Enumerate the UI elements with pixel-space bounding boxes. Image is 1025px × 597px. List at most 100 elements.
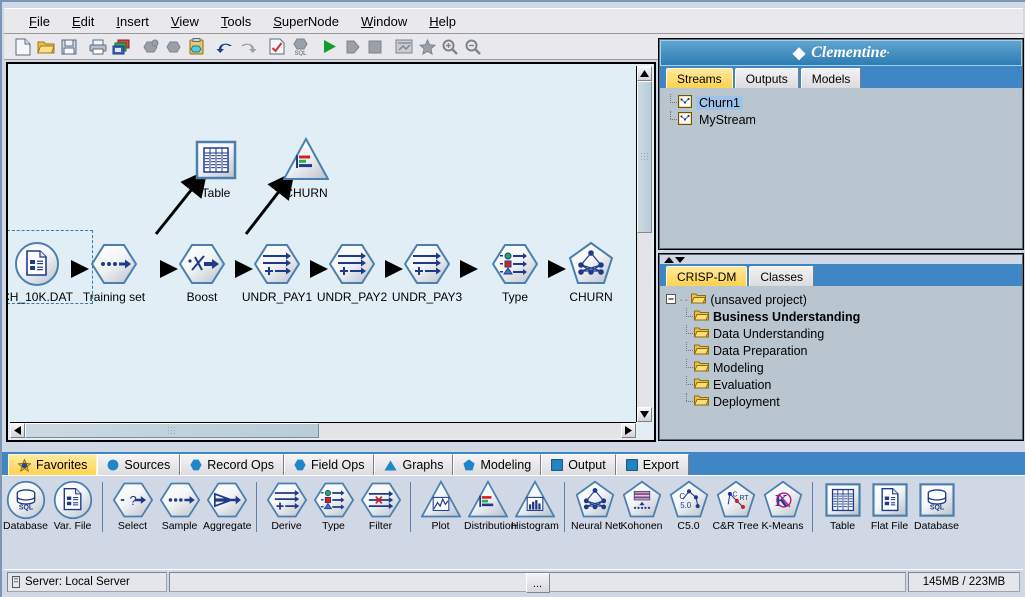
stream-node-churnnet[interactable]: CHURN bbox=[548, 236, 634, 304]
palette-item-distribution[interactable]: Distribution bbox=[464, 480, 517, 532]
project-tab-classes[interactable]: Classes bbox=[749, 266, 815, 286]
managers-tab-outputs[interactable]: Outputs bbox=[734, 68, 799, 88]
stream-node-label: CHURN bbox=[569, 290, 613, 304]
palette-item-type[interactable]: Type bbox=[310, 480, 357, 532]
palette-item-var-file[interactable]: Var. File bbox=[49, 480, 96, 532]
stream-node-undr2[interactable]: UNDR_PAY2 bbox=[309, 236, 395, 304]
menu-item-tools[interactable]: Tools bbox=[210, 12, 262, 31]
server-status[interactable]: Server: Local Server bbox=[7, 571, 167, 592]
menu-item-window[interactable]: Window bbox=[350, 12, 418, 31]
palette-item-plot[interactable]: Plot bbox=[417, 480, 464, 532]
project-phase-data-understanding[interactable]: Data Understanding bbox=[666, 325, 1016, 342]
redo-arrow-icon[interactable] bbox=[237, 36, 259, 58]
palette-tab-export[interactable]: Export bbox=[615, 454, 689, 475]
project-phase-data-preparation[interactable]: Data Preparation bbox=[666, 342, 1016, 359]
palette-item-select[interactable]: ? Select bbox=[109, 480, 156, 532]
managers-tab-streams[interactable]: Streams bbox=[666, 68, 733, 88]
undo-arrow-icon[interactable] bbox=[214, 36, 236, 58]
scroll-right-button[interactable] bbox=[621, 423, 636, 438]
zoom-in-icon[interactable] bbox=[439, 36, 461, 58]
palette-item-flat-file[interactable]: Flat File bbox=[866, 480, 913, 532]
stream-node-undr1[interactable]: UNDR_PAY1 bbox=[234, 236, 320, 304]
horizontal-scroll-thumb[interactable] bbox=[25, 423, 319, 438]
save-icon[interactable] bbox=[58, 36, 80, 58]
vertical-scroll-thumb[interactable] bbox=[637, 81, 652, 233]
stop-square-icon[interactable] bbox=[364, 36, 386, 58]
palette-item-k-means[interactable]: K K-Means bbox=[759, 480, 806, 532]
stream-list-item[interactable]: MyStream bbox=[664, 111, 1018, 128]
folder-icon bbox=[691, 292, 710, 307]
zoom-out-icon[interactable] bbox=[462, 36, 484, 58]
palette-item-derive[interactable]: Derive bbox=[263, 480, 310, 532]
cut-node-icon[interactable] bbox=[139, 36, 161, 58]
supernode-window-icon[interactable] bbox=[393, 36, 415, 58]
menu-item-view[interactable]: View bbox=[160, 12, 210, 31]
menu-item-edit[interactable]: Edit bbox=[61, 12, 105, 31]
palette-tab-sources[interactable]: Sources bbox=[97, 454, 181, 475]
new-stream-icon[interactable] bbox=[12, 36, 34, 58]
project-tree[interactable]: ·· (unsaved project) Business Understandin… bbox=[660, 286, 1022, 415]
stream-node-churnplot[interactable]: CHURN bbox=[263, 132, 349, 200]
palette-item-histogram[interactable]: Histogram bbox=[511, 480, 559, 532]
streams-tree[interactable]: Churn1 MyStream bbox=[660, 88, 1022, 246]
palette-item-aggregate[interactable]: Aggregate bbox=[203, 480, 251, 532]
project-phase-business-understanding[interactable]: Business Understanding bbox=[666, 308, 1016, 325]
project-phase-modeling[interactable]: Modeling bbox=[666, 359, 1016, 376]
execute-selection-icon[interactable] bbox=[341, 36, 363, 58]
copy-node-icon[interactable] bbox=[162, 36, 184, 58]
menu-item-insert[interactable]: Insert bbox=[105, 12, 160, 31]
palette-item-database[interactable]: SQL Database bbox=[913, 480, 960, 532]
balance-icon bbox=[159, 236, 245, 292]
project-tab-crisp-dm[interactable]: CRISP-DM bbox=[666, 266, 748, 286]
project-root-row[interactable]: ·· (unsaved project) bbox=[666, 291, 1016, 308]
palette-item-c5-0[interactable]: C 5.0 C5.0 bbox=[665, 480, 712, 532]
scroll-left-button[interactable] bbox=[10, 423, 25, 438]
palette-tab-graphs[interactable]: Graphs bbox=[374, 454, 454, 475]
print-icon[interactable] bbox=[87, 36, 109, 58]
menu-item-file[interactable]: File bbox=[18, 12, 61, 31]
favorites-star-icon[interactable] bbox=[416, 36, 438, 58]
palette-item-database[interactable]: SQL Database bbox=[2, 480, 49, 532]
palette-tab-favorites[interactable]: Favorites bbox=[8, 454, 98, 475]
stream-node-training[interactable]: Training set bbox=[71, 236, 157, 304]
canvas-vertical-scrollbar[interactable] bbox=[636, 66, 652, 422]
stream-list-item[interactable]: Churn1 bbox=[664, 94, 1018, 111]
stream-node-source[interactable]: CH_10K.DAT bbox=[8, 236, 80, 304]
project-phase-evaluation[interactable]: Evaluation bbox=[666, 376, 1016, 393]
stream-node-table[interactable]: Table bbox=[173, 132, 259, 200]
status-ellipsis-button[interactable]: ... bbox=[525, 572, 550, 593]
stream-node-undr3[interactable]: UNDR_PAY3 bbox=[384, 236, 470, 304]
sql-node-icon[interactable]: SQL bbox=[289, 36, 311, 58]
palette-item-sample[interactable]: Sample bbox=[156, 480, 203, 532]
edit-checkbox-icon[interactable] bbox=[266, 36, 288, 58]
menu-item-supernode[interactable]: SuperNode bbox=[262, 12, 350, 31]
expand-collapse-icon[interactable] bbox=[666, 293, 676, 307]
palette-tab-field-ops[interactable]: Field Ops bbox=[283, 454, 375, 475]
stream-node-type[interactable]: Type bbox=[472, 236, 558, 304]
open-folder-icon[interactable] bbox=[35, 36, 57, 58]
palette-item-kohonen[interactable]: Kohonen bbox=[618, 480, 665, 532]
palette-tab-output[interactable]: Output bbox=[541, 454, 616, 475]
stream-node-label: Boost bbox=[186, 290, 218, 304]
palette-item-neural-net[interactable]: Neural Net bbox=[571, 480, 621, 532]
palette-item-filter[interactable]: Filter bbox=[357, 480, 404, 532]
canvas-horizontal-scrollbar[interactable] bbox=[10, 422, 636, 438]
menu-item-help[interactable]: Help bbox=[418, 12, 467, 31]
palette-tab-modeling[interactable]: Modeling bbox=[453, 454, 542, 475]
managers-tab-models[interactable]: Models bbox=[800, 68, 862, 88]
panel-splitter[interactable] bbox=[660, 255, 1022, 264]
scroll-up-button[interactable] bbox=[637, 66, 652, 81]
palette-item-table[interactable]: Table bbox=[819, 480, 866, 532]
menu-bar: File Edit Insert View Tools SuperNode Window He… bbox=[4, 8, 1023, 34]
scroll-down-button[interactable] bbox=[637, 407, 652, 422]
project-phase-deployment[interactable]: Deployment bbox=[666, 393, 1016, 410]
stream-canvas[interactable]: CH_10K.DAT Training set Boost UNDR_PAY1 UNDR… bbox=[8, 64, 654, 440]
palette-item-label: Flat File bbox=[870, 520, 909, 532]
palette-item-c-r-tree[interactable]: C RT C&R Tree bbox=[712, 480, 759, 532]
palette-item-label: Type bbox=[322, 520, 345, 532]
stream-node-boost[interactable]: Boost bbox=[159, 236, 245, 304]
copy-windows-icon[interactable] bbox=[110, 36, 132, 58]
palette-tab-record-ops[interactable]: Record Ops bbox=[180, 454, 284, 475]
paste-clipboard-icon[interactable] bbox=[185, 36, 207, 58]
execute-play-icon[interactable] bbox=[318, 36, 340, 58]
